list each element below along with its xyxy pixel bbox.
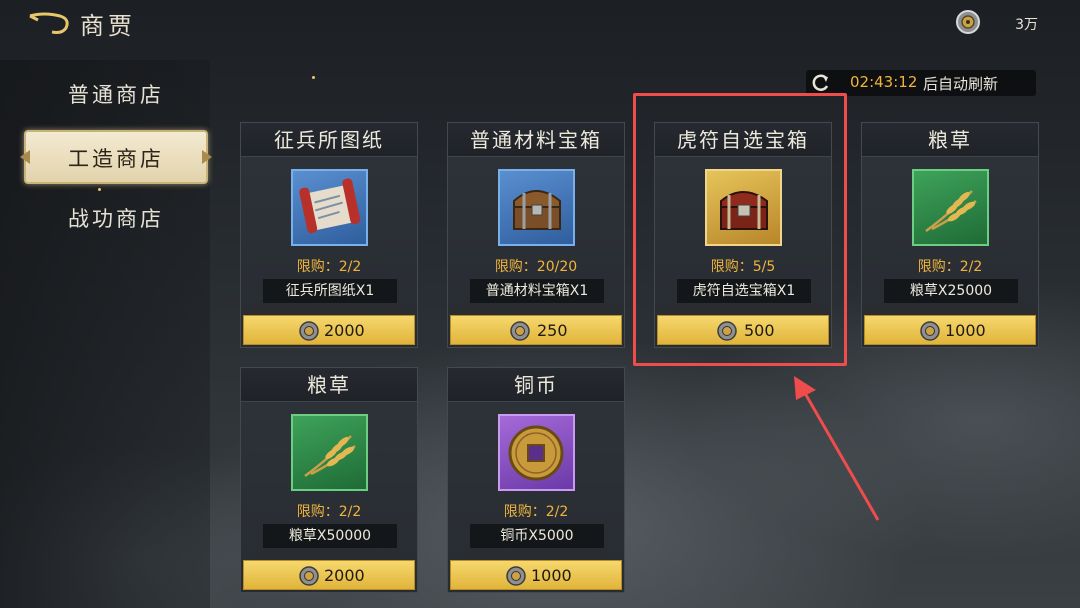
card-title: 粮草 xyxy=(241,368,417,402)
card-title: 铜币 xyxy=(448,368,624,402)
card-title: 征兵所图纸 xyxy=(241,123,417,157)
annotation-arrow-icon xyxy=(794,376,880,521)
sidebar-item-merit-shop[interactable]: 战功商店 xyxy=(24,192,208,246)
purchase-limit: 限购：2/2 xyxy=(296,259,362,275)
buy-button[interactable]: 1000 xyxy=(864,315,1036,345)
tiger-token-coin-icon xyxy=(298,320,320,346)
purchase-limit: 限购：2/2 xyxy=(917,259,983,275)
back-arrow-icon xyxy=(29,12,69,34)
purchase-limit: 限购：20/20 xyxy=(494,259,578,275)
tiger-token-coin-icon xyxy=(505,565,527,591)
purchase-limit: 限购：2/2 xyxy=(503,504,569,520)
currency-amount: 3万 xyxy=(1015,17,1038,33)
card-title: 普通材料宝箱 xyxy=(448,123,624,157)
buy-button[interactable]: 1000 xyxy=(450,560,622,590)
item-name: 征兵所图纸X1 xyxy=(263,279,397,303)
price-value: 1000 xyxy=(945,321,986,340)
sparkle-decoration xyxy=(98,188,101,191)
refresh-countdown: 02:43:12 xyxy=(850,73,918,91)
highlight-box xyxy=(633,93,847,366)
copper-coin-icon xyxy=(498,414,575,491)
tiger-token-coin-icon xyxy=(298,565,320,591)
tiger-token-coin-icon xyxy=(954,8,982,40)
shop-item-card[interactable]: 征兵所图纸 限购：2/2 征兵所图纸X1 2000 xyxy=(240,122,418,348)
price-value: 1000 xyxy=(531,566,572,585)
back-button[interactable] xyxy=(26,10,72,36)
page-title: 商贾 xyxy=(80,12,136,40)
currency-display: 3万 xyxy=(952,8,1060,38)
buy-button[interactable]: 250 xyxy=(450,315,622,345)
item-name: 粮草X50000 xyxy=(263,524,397,548)
wheat-icon xyxy=(912,169,989,246)
refresh-label: 后自动刷新 xyxy=(923,75,999,93)
buy-button[interactable]: 2000 xyxy=(243,560,415,590)
shop-item-card[interactable]: 粮草 限购：2/2 粮草X50000 2000 xyxy=(240,367,418,593)
item-name: 普通材料宝箱X1 xyxy=(470,279,604,303)
shop-item-card[interactable]: 铜币 限购：2/2 铜币X5000 1000 xyxy=(447,367,625,593)
shop-item-card[interactable]: 普通材料宝箱 限购：20/20 普通材料宝箱X1 250 xyxy=(447,122,625,348)
wheat-icon xyxy=(291,414,368,491)
item-name: 铜币X5000 xyxy=(470,524,604,548)
shop-item-card[interactable]: 粮草 限购：2/2 粮草X25000 1000 xyxy=(861,122,1039,348)
buy-button[interactable]: 2000 xyxy=(243,315,415,345)
price-value: 2000 xyxy=(324,321,365,340)
tiger-token-coin-icon xyxy=(919,320,941,346)
purchase-limit: 限购：2/2 xyxy=(296,504,362,520)
shop-sidebar: 普通商店 工造商店 战功商店 xyxy=(0,60,210,608)
top-bar: 商贾 3万 xyxy=(0,0,1080,44)
price-value: 250 xyxy=(537,321,568,340)
item-name: 粮草X25000 xyxy=(884,279,1018,303)
wooden-chest-icon xyxy=(498,169,575,246)
sidebar-item-crafting-shop[interactable]: 工造商店 xyxy=(24,130,208,184)
sparkle-decoration xyxy=(312,76,315,79)
price-value: 2000 xyxy=(324,566,365,585)
card-title: 粮草 xyxy=(862,123,1038,157)
scroll-blueprint-icon xyxy=(291,169,368,246)
tiger-token-coin-icon xyxy=(509,320,531,346)
sidebar-item-general-shop[interactable]: 普通商店 xyxy=(24,68,208,122)
